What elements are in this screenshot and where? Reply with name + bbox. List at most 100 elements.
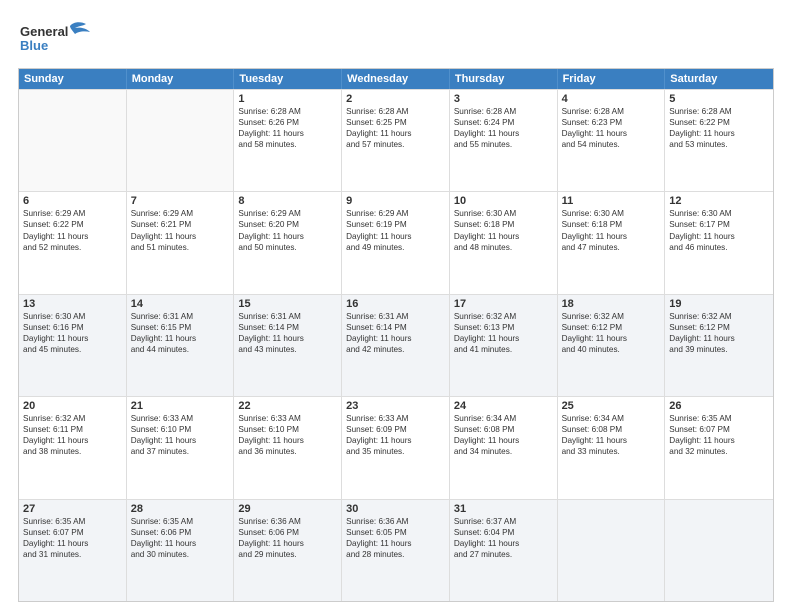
cell-line: Sunrise: 6:29 AM xyxy=(346,208,445,219)
cell-line: Sunrise: 6:28 AM xyxy=(562,106,661,117)
cell-line: and 55 minutes. xyxy=(454,139,553,150)
cell-line: and 29 minutes. xyxy=(238,549,337,560)
cell-line: Daylight: 11 hours xyxy=(454,128,553,139)
cell-line: Sunrise: 6:33 AM xyxy=(346,413,445,424)
cell-line: and 57 minutes. xyxy=(346,139,445,150)
cell-line: Daylight: 11 hours xyxy=(346,435,445,446)
calendar-cell: 1Sunrise: 6:28 AMSunset: 6:26 PMDaylight… xyxy=(234,90,342,191)
cell-line: Sunrise: 6:32 AM xyxy=(669,311,769,322)
cell-line: Sunset: 6:25 PM xyxy=(346,117,445,128)
cell-line: Daylight: 11 hours xyxy=(238,128,337,139)
day-number: 21 xyxy=(131,400,230,412)
calendar-cell: 28Sunrise: 6:35 AMSunset: 6:06 PMDayligh… xyxy=(127,500,235,601)
cell-line: Sunrise: 6:34 AM xyxy=(454,413,553,424)
calendar-cell xyxy=(19,90,127,191)
day-number: 26 xyxy=(669,400,769,412)
weekday-header: Monday xyxy=(127,69,235,89)
calendar-cell: 17Sunrise: 6:32 AMSunset: 6:13 PMDayligh… xyxy=(450,295,558,396)
cell-line: Daylight: 11 hours xyxy=(238,231,337,242)
day-number: 16 xyxy=(346,298,445,310)
cell-line: Daylight: 11 hours xyxy=(131,333,230,344)
cell-line: Daylight: 11 hours xyxy=(669,128,769,139)
calendar-cell: 29Sunrise: 6:36 AMSunset: 6:06 PMDayligh… xyxy=(234,500,342,601)
day-number: 4 xyxy=(562,93,661,105)
day-number: 27 xyxy=(23,503,122,515)
cell-line: and 35 minutes. xyxy=(346,446,445,457)
calendar-cell: 31Sunrise: 6:37 AMSunset: 6:04 PMDayligh… xyxy=(450,500,558,601)
cell-line: and 48 minutes. xyxy=(454,242,553,253)
cell-line: and 54 minutes. xyxy=(562,139,661,150)
calendar-cell xyxy=(558,500,666,601)
calendar-cell: 5Sunrise: 6:28 AMSunset: 6:22 PMDaylight… xyxy=(665,90,773,191)
cell-line: Sunset: 6:18 PM xyxy=(562,219,661,230)
calendar-cell: 15Sunrise: 6:31 AMSunset: 6:14 PMDayligh… xyxy=(234,295,342,396)
cell-line: Sunset: 6:20 PM xyxy=(238,219,337,230)
cell-line: Daylight: 11 hours xyxy=(238,333,337,344)
cell-line: Sunrise: 6:32 AM xyxy=(562,311,661,322)
cell-line: and 50 minutes. xyxy=(238,242,337,253)
calendar-header: SundayMondayTuesdayWednesdayThursdayFrid… xyxy=(19,69,773,89)
cell-line: Sunrise: 6:31 AM xyxy=(346,311,445,322)
cell-line: Daylight: 11 hours xyxy=(131,435,230,446)
cell-line: and 28 minutes. xyxy=(346,549,445,560)
cell-line: Daylight: 11 hours xyxy=(23,231,122,242)
cell-line: Daylight: 11 hours xyxy=(346,333,445,344)
cell-line: Sunrise: 6:28 AM xyxy=(346,106,445,117)
svg-text:General: General xyxy=(20,24,68,39)
calendar-cell: 11Sunrise: 6:30 AMSunset: 6:18 PMDayligh… xyxy=(558,192,666,293)
logo-svg: General Blue xyxy=(18,18,98,58)
header: General Blue xyxy=(18,18,774,58)
day-number: 12 xyxy=(669,195,769,207)
cell-line: Sunset: 6:06 PM xyxy=(238,527,337,538)
weekday-header: Tuesday xyxy=(234,69,342,89)
cell-line: Sunset: 6:16 PM xyxy=(23,322,122,333)
day-number: 3 xyxy=(454,93,553,105)
cell-line: Sunset: 6:15 PM xyxy=(131,322,230,333)
cell-line: Sunrise: 6:36 AM xyxy=(346,516,445,527)
calendar-cell: 19Sunrise: 6:32 AMSunset: 6:12 PMDayligh… xyxy=(665,295,773,396)
cell-line: Sunrise: 6:34 AM xyxy=(562,413,661,424)
day-number: 11 xyxy=(562,195,661,207)
cell-line: Daylight: 11 hours xyxy=(454,538,553,549)
day-number: 6 xyxy=(23,195,122,207)
calendar-cell: 13Sunrise: 6:30 AMSunset: 6:16 PMDayligh… xyxy=(19,295,127,396)
cell-line: Sunrise: 6:30 AM xyxy=(454,208,553,219)
cell-line: Sunset: 6:22 PM xyxy=(669,117,769,128)
day-number: 1 xyxy=(238,93,337,105)
calendar-row: 1Sunrise: 6:28 AMSunset: 6:26 PMDaylight… xyxy=(19,89,773,191)
calendar-cell: 12Sunrise: 6:30 AMSunset: 6:17 PMDayligh… xyxy=(665,192,773,293)
cell-line: Sunrise: 6:30 AM xyxy=(562,208,661,219)
cell-line: and 39 minutes. xyxy=(669,344,769,355)
day-number: 13 xyxy=(23,298,122,310)
cell-line: and 46 minutes. xyxy=(669,242,769,253)
calendar-cell: 22Sunrise: 6:33 AMSunset: 6:10 PMDayligh… xyxy=(234,397,342,498)
day-number: 18 xyxy=(562,298,661,310)
cell-line: and 45 minutes. xyxy=(23,344,122,355)
cell-line: Sunset: 6:21 PM xyxy=(131,219,230,230)
day-number: 29 xyxy=(238,503,337,515)
cell-line: Sunrise: 6:32 AM xyxy=(454,311,553,322)
cell-line: Sunset: 6:09 PM xyxy=(346,424,445,435)
cell-line: Sunset: 6:08 PM xyxy=(454,424,553,435)
calendar-cell: 26Sunrise: 6:35 AMSunset: 6:07 PMDayligh… xyxy=(665,397,773,498)
cell-line: Sunset: 6:17 PM xyxy=(669,219,769,230)
calendar-row: 13Sunrise: 6:30 AMSunset: 6:16 PMDayligh… xyxy=(19,294,773,396)
cell-line: Sunrise: 6:28 AM xyxy=(669,106,769,117)
day-number: 5 xyxy=(669,93,769,105)
cell-line: and 47 minutes. xyxy=(562,242,661,253)
cell-line: Sunset: 6:05 PM xyxy=(346,527,445,538)
calendar-cell: 30Sunrise: 6:36 AMSunset: 6:05 PMDayligh… xyxy=(342,500,450,601)
cell-line: Sunset: 6:23 PM xyxy=(562,117,661,128)
cell-line: and 27 minutes. xyxy=(454,549,553,560)
cell-line: and 40 minutes. xyxy=(562,344,661,355)
cell-line: Sunrise: 6:33 AM xyxy=(238,413,337,424)
calendar-cell: 21Sunrise: 6:33 AMSunset: 6:10 PMDayligh… xyxy=(127,397,235,498)
cell-line: and 36 minutes. xyxy=(238,446,337,457)
svg-text:Blue: Blue xyxy=(20,38,48,53)
cell-line: Sunset: 6:10 PM xyxy=(238,424,337,435)
cell-line: Sunrise: 6:30 AM xyxy=(669,208,769,219)
day-number: 9 xyxy=(346,195,445,207)
cell-line: Sunset: 6:14 PM xyxy=(238,322,337,333)
calendar-cell: 4Sunrise: 6:28 AMSunset: 6:23 PMDaylight… xyxy=(558,90,666,191)
calendar-cell: 6Sunrise: 6:29 AMSunset: 6:22 PMDaylight… xyxy=(19,192,127,293)
